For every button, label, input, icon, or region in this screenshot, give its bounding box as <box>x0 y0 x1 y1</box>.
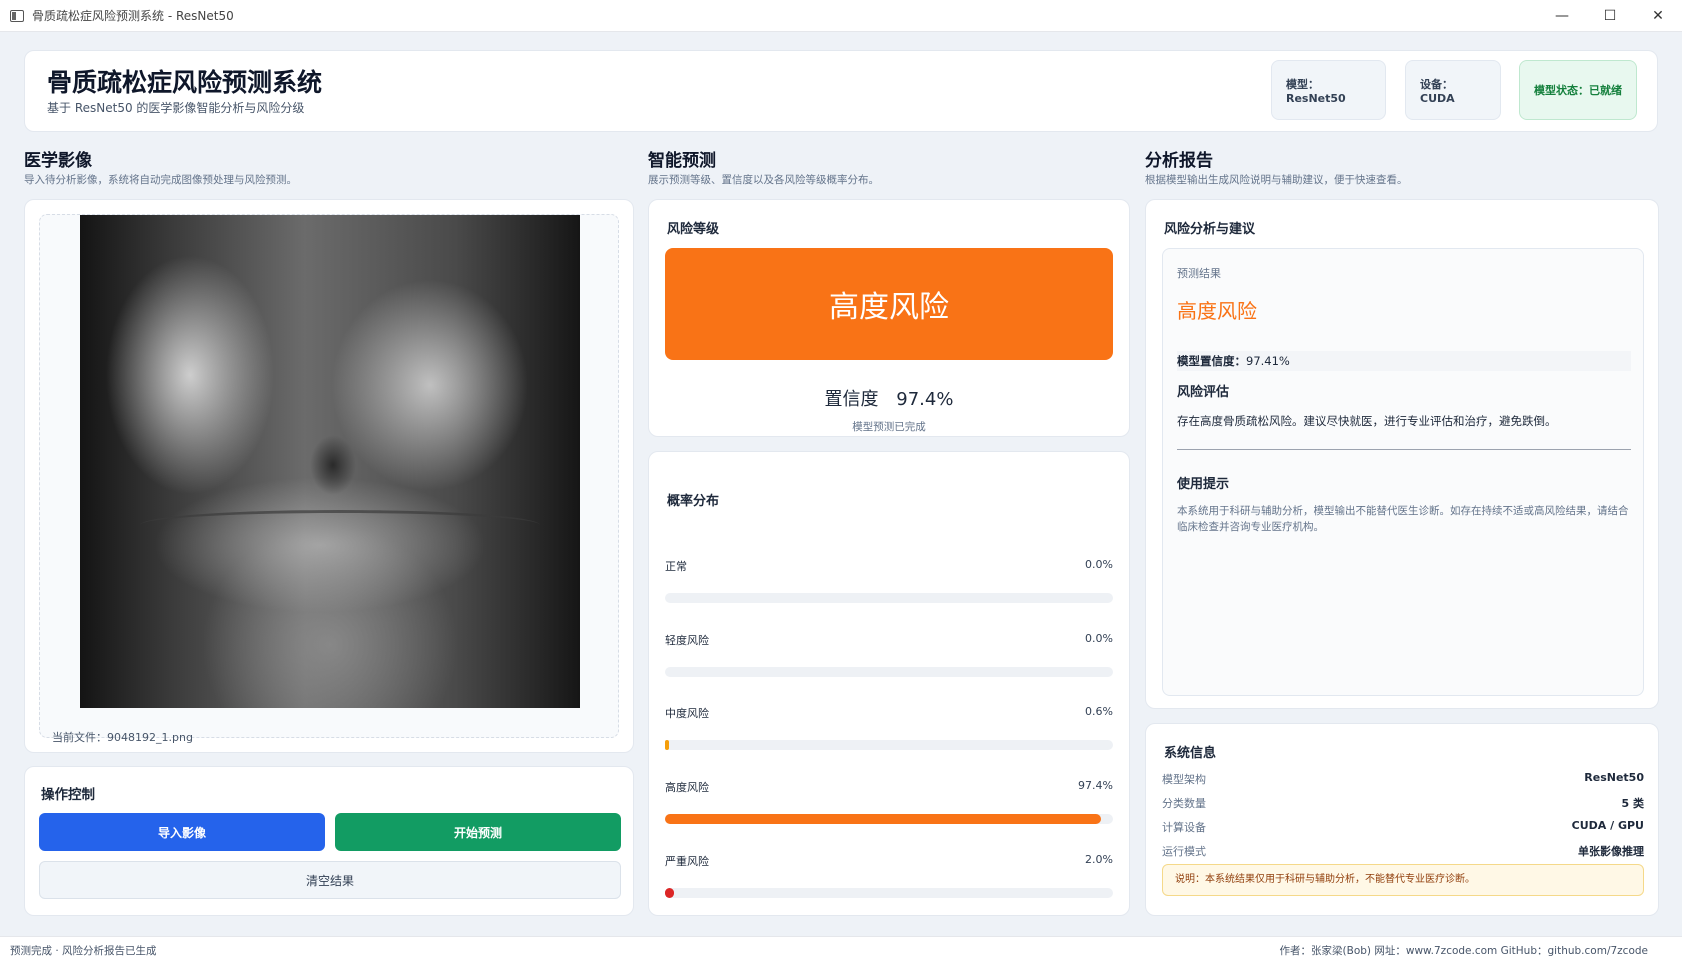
result-value: 高度风险 <box>1177 299 1257 323</box>
report-section-subtitle: 根据模型输出生成风险说明与辅助建议，便于快速查看。 <box>1145 174 1408 186</box>
tips-text: 本系统用于科研与辅助分析，模型输出不能替代医生诊断。如存在持续不适或高风险结果，… <box>1177 505 1629 533</box>
risk-level-card: 风险等级 高度风险 置信度 97.4% 模型预测已完成 <box>648 199 1130 437</box>
risk-card-title: 风险等级 <box>667 222 720 237</box>
system-info-title: 系统信息 <box>1164 746 1217 761</box>
sys-key: 模型架构 <box>1162 773 1206 786</box>
page-title: 骨质疏松症风险预测系统 <box>47 68 323 97</box>
prob-value: 97.4% <box>1078 779 1113 792</box>
model-confidence-label: 模型置信度： <box>1177 354 1246 368</box>
start-predict-button[interactable]: 开始预测 <box>335 813 621 851</box>
minimize-icon[interactable]: — <box>1538 0 1586 32</box>
prob-value: 2.0% <box>1085 853 1113 866</box>
device-badge: 设备：CUDA <box>1405 60 1501 120</box>
assessment-title: 风险评估 <box>1177 385 1230 400</box>
prob-value: 0.6% <box>1085 705 1113 718</box>
xray-notch <box>310 435 356 495</box>
prob-label: 中度风险 <box>665 707 709 720</box>
sys-key: 运行模式 <box>1162 845 1206 858</box>
image-section-title: 医学影像 <box>24 151 92 171</box>
prob-bar-fill <box>665 888 674 898</box>
prob-bar-fill <box>665 740 669 750</box>
sys-key: 分类数量 <box>1162 797 1206 810</box>
status-message: 预测完成 · 风险分析报告已生成 <box>10 945 157 957</box>
model-confidence-value: 97.41% <box>1246 354 1290 368</box>
import-image-button[interactable]: 导入影像 <box>39 813 325 851</box>
prediction-section-subtitle: 展示预测等级、置信度以及各风险等级概率分布。 <box>648 174 879 186</box>
prob-label: 严重风险 <box>665 855 709 868</box>
header-card: 骨质疏松症风险预测系统 基于 ResNet50 的医学影像智能分析与风险分级 模… <box>24 50 1658 132</box>
sys-value: 5 类 <box>1621 797 1644 810</box>
confidence-line: 置信度 97.4% <box>649 385 1129 411</box>
system-info-card: 系统信息 模型架构 ResNet50 分类数量 5 类 计算设备 CUDA / … <box>1145 723 1659 916</box>
maximize-icon[interactable]: ☐ <box>1586 0 1634 32</box>
prob-bar-track <box>665 667 1113 677</box>
probability-card-title: 概率分布 <box>667 494 720 509</box>
prediction-section-title: 智能预测 <box>648 151 716 171</box>
image-section-subtitle: 导入待分析影像，系统将自动完成图像预处理与风险预测。 <box>24 174 297 186</box>
prob-bar-fill <box>665 814 1102 824</box>
close-icon[interactable]: ✕ <box>1634 0 1682 32</box>
disclaimer-notice: 说明：本系统结果仅用于科研与辅助分析，不能替代专业医疗诊断。 <box>1162 864 1644 896</box>
status-bar: 预测完成 · 风险分析报告已生成 作者：张家梁(Bob) 网址：www.7zco… <box>0 936 1682 962</box>
clear-results-button[interactable]: 清空结果 <box>39 861 621 899</box>
prob-label: 高度风险 <box>665 781 709 794</box>
report-card-title: 风险分析与建议 <box>1164 222 1256 237</box>
prob-bar-track <box>665 593 1113 603</box>
author-info: 作者：张家梁(Bob) 网址：www.7zcode.com GitHub：git… <box>1279 945 1648 957</box>
window-controls: — ☐ ✕ <box>1538 0 1682 32</box>
sys-value: ResNet50 <box>1584 771 1644 784</box>
model-confidence: 模型置信度：97.41% <box>1177 351 1631 371</box>
sys-value: 单张影像推理 <box>1578 845 1644 858</box>
prediction-status-note: 模型预测已完成 <box>852 421 926 433</box>
report-panel: 预测结果 高度风险 模型置信度：97.41% 风险评估 存在高度骨质疏松风险。建… <box>1162 248 1644 696</box>
current-file-label: 当前文件：9048192_1.png <box>52 731 193 744</box>
report-section-title: 分析报告 <box>1145 151 1213 171</box>
result-label: 预测结果 <box>1177 267 1221 280</box>
prob-value: 0.0% <box>1085 632 1113 645</box>
prob-label: 轻度风险 <box>665 634 709 647</box>
model-badge: 模型：ResNet50 <box>1271 60 1386 120</box>
prob-bar-track <box>665 740 1113 750</box>
page-subtitle: 基于 ResNet50 的医学影像智能分析与风险分级 <box>47 101 305 115</box>
prob-value: 0.0% <box>1085 558 1113 571</box>
confidence-label: 置信度 <box>824 389 879 410</box>
image-card: 当前文件：9048192_1.png <box>24 199 634 753</box>
window-titlebar: 骨质疏松症风险预测系统 - ResNet50 — ☐ ✕ <box>0 0 1682 32</box>
prob-label: 正常 <box>665 560 687 573</box>
sys-key: 计算设备 <box>1162 821 1206 834</box>
report-card: 风险分析与建议 预测结果 高度风险 模型置信度：97.41% 风险评估 存在高度… <box>1145 199 1659 709</box>
sys-value: CUDA / GPU <box>1571 819 1644 832</box>
xray-joint-line <box>140 510 540 540</box>
window-title: 骨质疏松症风险预测系统 - ResNet50 <box>32 9 234 23</box>
image-preview-frame[interactable]: 当前文件：9048192_1.png <box>39 214 619 744</box>
probability-card: 概率分布 正常 0.0% 轻度风险 0.0% 中度风险 0.6% 高度风险 97.4% 严重风险… <box>648 451 1130 916</box>
report-divider <box>1177 449 1631 450</box>
xray-image <box>80 215 580 708</box>
prob-bar-track <box>665 814 1113 824</box>
assessment-text: 存在高度骨质疏松风险。建议尽快就医，进行专业评估和治疗，避免跌倒。 <box>1177 414 1557 428</box>
app-icon <box>10 9 24 22</box>
tips-title: 使用提示 <box>1177 477 1230 492</box>
risk-level-banner: 高度风险 <box>665 248 1113 360</box>
confidence-value: 97.4% <box>896 389 954 410</box>
status-badge: 模型状态：已就绪 <box>1519 60 1637 120</box>
controls-title: 操作控制 <box>41 787 95 803</box>
controls-card: 操作控制 导入影像 开始预测 清空结果 <box>24 766 634 916</box>
prob-bar-track <box>665 888 1113 898</box>
